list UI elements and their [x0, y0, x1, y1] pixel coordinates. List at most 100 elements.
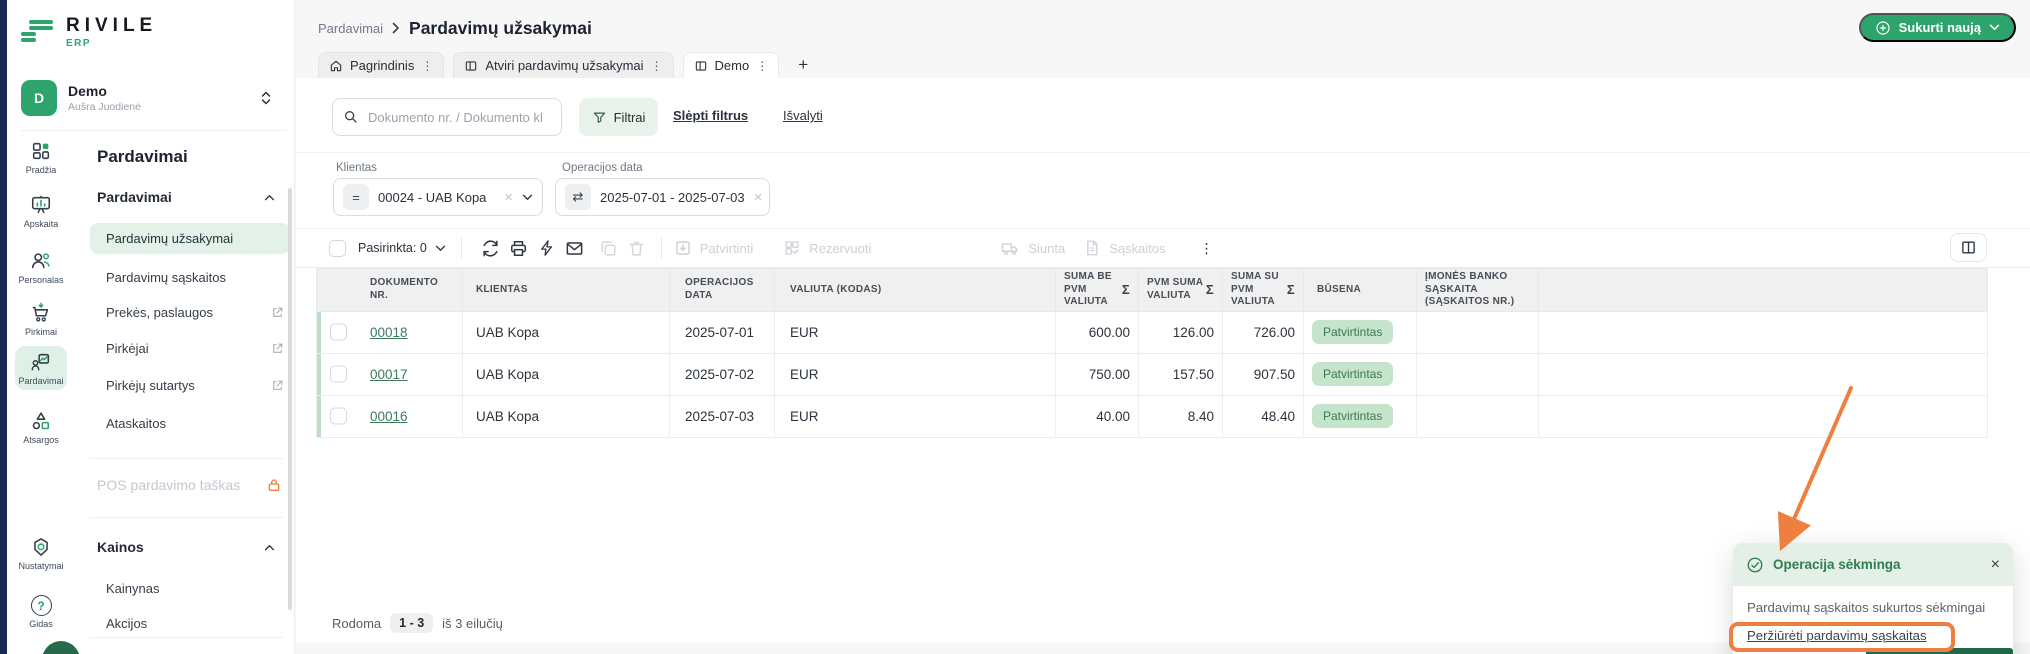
print-button[interactable] — [505, 234, 533, 262]
email-button[interactable] — [561, 234, 589, 262]
reserve-button[interactable]: Rezervuoti — [783, 239, 871, 257]
view-invoices-link[interactable]: Peržiūrėti pardavimų sąskaitas — [1747, 628, 1927, 643]
column-header-gross[interactable]: SUMA SU PVM VALIUTAΣ — [1223, 269, 1304, 312]
delete-button[interactable] — [623, 234, 651, 262]
column-settings-button[interactable] — [1950, 233, 1987, 262]
create-new-button[interactable]: Sukurti naują — [1859, 13, 2016, 42]
column-header-currency[interactable]: VALIUTA (KODAS) — [775, 269, 1056, 312]
confirm-button[interactable]: Patvirtinti — [674, 239, 753, 257]
hide-filters-link[interactable]: Slėpti filtrus — [673, 108, 748, 123]
sum-icon[interactable]: Σ — [1122, 282, 1130, 298]
menu-item-akcijos[interactable]: Akcijos — [106, 616, 284, 631]
cell-currency: EUR — [775, 311, 1056, 353]
column-header-client[interactable]: KLIENTAS — [463, 269, 670, 312]
toast-message: Pardavimų sąskaitos sukurtos sėkmingai — [1747, 600, 1999, 615]
workspace-selector[interactable]: D Demo Aušra Juodienė — [21, 79, 283, 117]
orders-table: DOKUMENTO NR. KLIENTAS OPERACIJOS DATA V… — [316, 268, 1988, 438]
selected-count: Pasirinkta: 0 — [358, 241, 427, 255]
column-header-status[interactable]: BŪSENA — [1304, 269, 1417, 312]
document-link[interactable]: 00017 — [370, 367, 408, 382]
column-header-date[interactable]: OPERACIJOS DATA — [670, 269, 775, 312]
column-header-bank[interactable]: ĮMONĖS BANKO SĄSKAITA (SĄSKAITOS NR.) — [1417, 269, 1539, 312]
menu-item-prekes-paslaugos[interactable]: Prekės, paslaugos — [106, 305, 284, 320]
tab-menu-icon[interactable]: ⋮ — [651, 59, 663, 73]
equals-operator-icon[interactable]: = — [343, 184, 369, 210]
rail-item-nustatymai[interactable]: Nustatymai — [7, 536, 75, 571]
date-filter-input[interactable]: ⇄ 2025-07-01 - 2025-07-03 × — [555, 178, 770, 216]
rivile-logo-icon — [21, 17, 57, 49]
column-header-doc[interactable]: DOKUMENTO NR. — [317, 269, 463, 312]
date-range-icon[interactable]: ⇄ — [565, 184, 591, 210]
menu-item-kainynas[interactable]: Kainynas — [106, 581, 284, 596]
toolbar-more-icon[interactable]: ⋮ — [1200, 240, 1214, 257]
menu-item-pirkeju-sutartys[interactable]: Pirkėjų sutartys — [106, 378, 284, 393]
row-checkbox[interactable] — [330, 324, 347, 341]
pager-range[interactable]: 1 - 3 — [390, 613, 433, 633]
people-icon — [30, 250, 52, 272]
menu-group-kainos[interactable]: Kainos — [97, 539, 275, 555]
tab-menu-icon[interactable]: ⋮ — [756, 59, 768, 73]
add-tab-button[interactable]: + — [788, 52, 818, 78]
rail-item-pirkimai[interactable]: Pirkimai — [7, 302, 75, 337]
column-header-vat[interactable]: PVM SUMA VALIUTAΣ — [1139, 269, 1223, 312]
tab-menu-icon[interactable]: ⋮ — [421, 59, 433, 73]
cell-vat: 126.00 — [1139, 311, 1223, 353]
menu-divider — [90, 517, 283, 518]
rivile-logo[interactable]: RIVILE ERP — [21, 16, 157, 49]
row-checkbox[interactable] — [330, 366, 347, 383]
breadcrumb-parent[interactable]: Pardavimai — [318, 21, 383, 36]
columns-icon — [1960, 239, 1977, 256]
truck-icon — [1001, 239, 1020, 258]
shipment-button[interactable]: Siunta — [1001, 239, 1065, 258]
close-icon[interactable]: × — [1991, 556, 2000, 574]
clear-filters-link[interactable]: Išvalyti — [783, 108, 823, 123]
tab-demo[interactable]: Demo ⋮ — [683, 52, 780, 78]
selection-chevron-icon[interactable] — [435, 245, 446, 252]
rail-item-personalas[interactable]: Personalas — [7, 250, 75, 285]
cell-vat: 157.50 — [1139, 353, 1223, 395]
row-checkbox[interactable] — [330, 408, 347, 425]
question-icon: ? — [31, 595, 52, 616]
table-toolbar: Pasirinkta: 0 — [296, 228, 2030, 268]
document-link[interactable]: 00016 — [370, 409, 408, 424]
toast-button-partial[interactable] — [1866, 648, 2013, 654]
menu-item-ataskaitos[interactable]: Ataskaitos — [106, 416, 284, 431]
cell-date: 2025-07-01 — [670, 311, 775, 353]
invoices-button[interactable]: Sąskaitos — [1083, 239, 1165, 257]
document-link[interactable]: 00018 — [370, 325, 408, 340]
funnel-icon — [592, 110, 607, 125]
rail-item-pardavimai[interactable]: Pardavimai — [15, 346, 67, 390]
chevron-down-icon[interactable] — [522, 194, 533, 201]
quick-action-button[interactable] — [533, 234, 561, 262]
menu-item-pirkejai[interactable]: Pirkėjai — [106, 341, 284, 356]
select-all-checkbox[interactable] — [329, 240, 346, 257]
menu-group-pardavimai[interactable]: Pardavimai — [97, 189, 275, 205]
clear-client-icon[interactable]: × — [504, 190, 513, 205]
menu-item-pardavimu-saskaitos[interactable]: Pardavimų sąskaitos — [106, 270, 284, 285]
filters-button[interactable]: Filtrai — [579, 98, 658, 136]
rail-item-pradzia[interactable]: Pradžia — [7, 140, 75, 175]
column-header-net[interactable]: SUMA BE PVM VALIUTAΣ — [1056, 269, 1139, 312]
cell-empty — [1539, 353, 1988, 395]
sum-icon[interactable]: Σ — [1206, 282, 1214, 298]
search-input[interactable] — [332, 98, 562, 136]
menu-item-pardavimu-uzsakymai[interactable]: Pardavimų užsakymai — [90, 223, 290, 254]
cell-net: 40.00 — [1056, 395, 1139, 437]
menu-scrollbar[interactable] — [288, 188, 292, 610]
refresh-button[interactable] — [477, 234, 505, 262]
menu-item-pos[interactable]: POS pardavimo taškas — [97, 477, 282, 493]
sum-icon[interactable]: Σ — [1287, 282, 1295, 298]
client-filter-select[interactable]: = 00024 - UAB Kopa × — [333, 178, 543, 216]
toast-title: Operacija sėkminga — [1773, 557, 1982, 572]
column-header-empty — [1539, 269, 1988, 312]
rail-item-apskaita[interactable]: Apskaita — [7, 194, 75, 229]
success-toast: Operacija sėkminga × Pardavimų sąskaitos… — [1733, 543, 2013, 654]
clear-date-icon[interactable]: × — [754, 190, 763, 205]
workspace-user: Aušra Juodienė — [68, 101, 261, 113]
rail-item-gidas[interactable]: ? Gidas — [7, 595, 75, 629]
tab-atviri-uzsakymai[interactable]: Atviri pardavimų užsakymai ⋮ — [453, 52, 673, 78]
rail-item-atsargos[interactable]: Atsargos — [7, 410, 75, 445]
copy-button[interactable] — [595, 234, 623, 262]
sales-icon — [30, 351, 52, 373]
tab-pagrindinis[interactable]: Pagrindinis ⋮ — [318, 52, 444, 78]
